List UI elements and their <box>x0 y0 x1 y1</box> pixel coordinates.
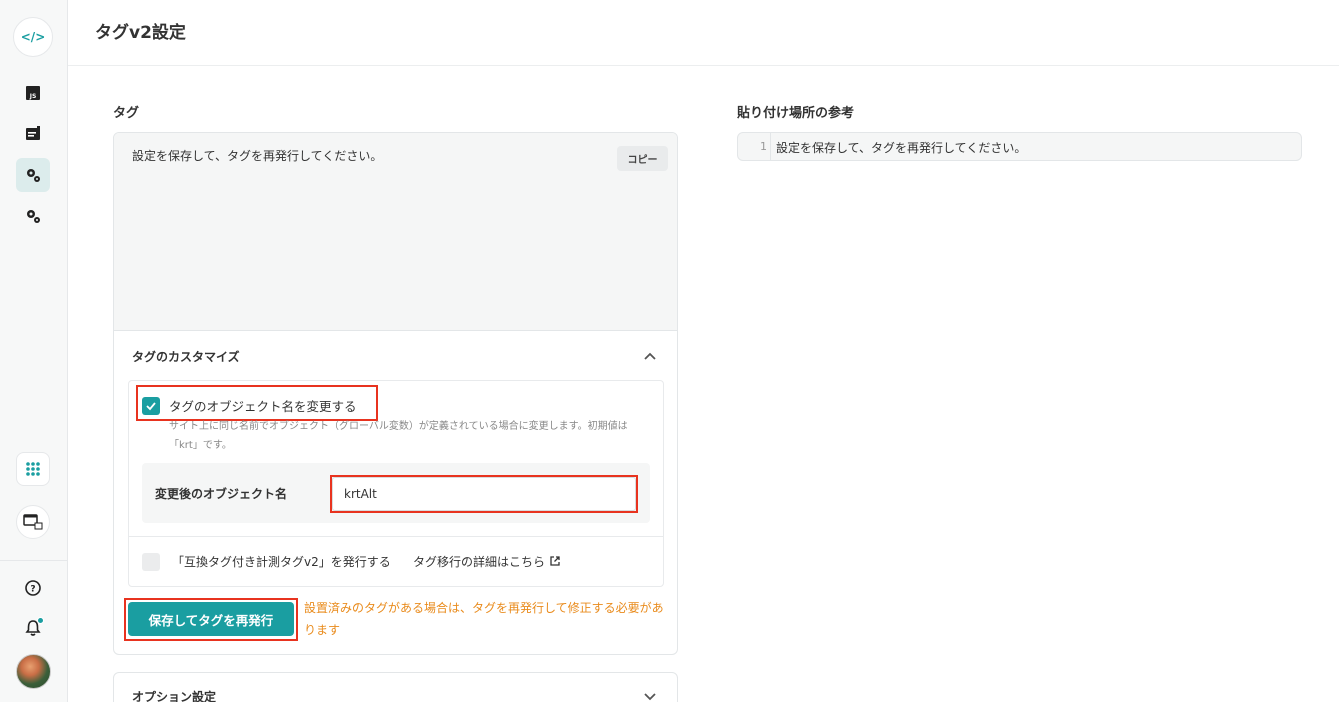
sidebar-divider <box>0 560 68 561</box>
migration-details-link-text[interactable]: タグ移行の詳細はこちら <box>413 555 545 569</box>
bell-icon[interactable] <box>16 611 50 645</box>
settings-gears-icon-2[interactable] <box>16 199 50 233</box>
highlight-box-input <box>330 475 638 513</box>
avatar[interactable] <box>16 654 51 689</box>
compat-checkbox[interactable] <box>142 553 160 571</box>
options-divider <box>128 536 664 537</box>
tag-code-area: 設定を保存して、タグを再発行してください。 コピー <box>114 133 677 331</box>
chevron-up-icon[interactable] <box>643 349 657 363</box>
help-icon[interactable]: ? <box>16 571 50 605</box>
settings-gears-icon[interactable] <box>16 158 50 192</box>
reference-code-text: 設定を保存して、タグを再発行してください。 <box>776 141 1027 155</box>
page-title: タグv2設定 <box>95 23 186 43</box>
tag-section-label: タグ <box>113 106 140 121</box>
tag-code-text: 設定を保存して、タグを再発行してください。 <box>132 149 383 163</box>
option-settings-title: オプション設定 <box>132 690 217 702</box>
code-logo-icon[interactable]: </> <box>13 17 53 57</box>
rename-checkbox-description: サイト上に同じ名前でオブジェクト（グローバル変数）が定義されている場合に変更しま… <box>169 421 628 451</box>
svg-text:JS: JS <box>29 93 37 100</box>
tag-card: 設定を保存して、タグを再発行してください。 コピー タグのカスタマイズ タグのオ… <box>113 132 678 655</box>
save-and-reissue-button[interactable]: 保存してタグを再発行 <box>128 602 294 636</box>
option-settings-card[interactable]: オプション設定 <box>113 672 678 702</box>
header: タグv2設定 <box>68 0 1339 66</box>
copy-button[interactable]: コピー <box>617 146 668 171</box>
reference-code-box: 1 設定を保存して、タグを再発行してください。 <box>737 132 1302 161</box>
reference-section-label: 貼り付け場所の参考 <box>737 106 855 121</box>
js-file-icon[interactable]: JS <box>16 76 50 110</box>
chevron-down-icon[interactable] <box>643 689 657 702</box>
rename-checkbox-label[interactable]: タグのオブジェクト名を変更する <box>169 396 357 415</box>
reissue-warning-text: 設置済みのタグがある場合は、タグを再発行して修正する必要があります <box>304 601 664 637</box>
apps-grid-icon[interactable] <box>16 452 50 486</box>
compat-checkbox-label[interactable]: 「互換タグ付き計測タグv2」を発行する <box>172 553 391 570</box>
migration-details-link[interactable]: タグ移行の詳細はこちら <box>413 553 561 570</box>
line-number: 1 <box>760 140 767 153</box>
object-name-label: 変更後のオブジェクト名 <box>155 487 288 501</box>
sidebar: </> JS ? <box>0 0 68 702</box>
rename-checkbox[interactable] <box>142 397 160 415</box>
check-icon <box>146 402 156 411</box>
window-icon[interactable] <box>16 505 50 539</box>
svg-text:?: ? <box>30 585 35 595</box>
external-link-icon <box>550 556 560 566</box>
customize-title: タグのカスタマイズ <box>132 350 240 364</box>
form-icon[interactable] <box>16 117 50 151</box>
notification-dot <box>37 617 44 624</box>
